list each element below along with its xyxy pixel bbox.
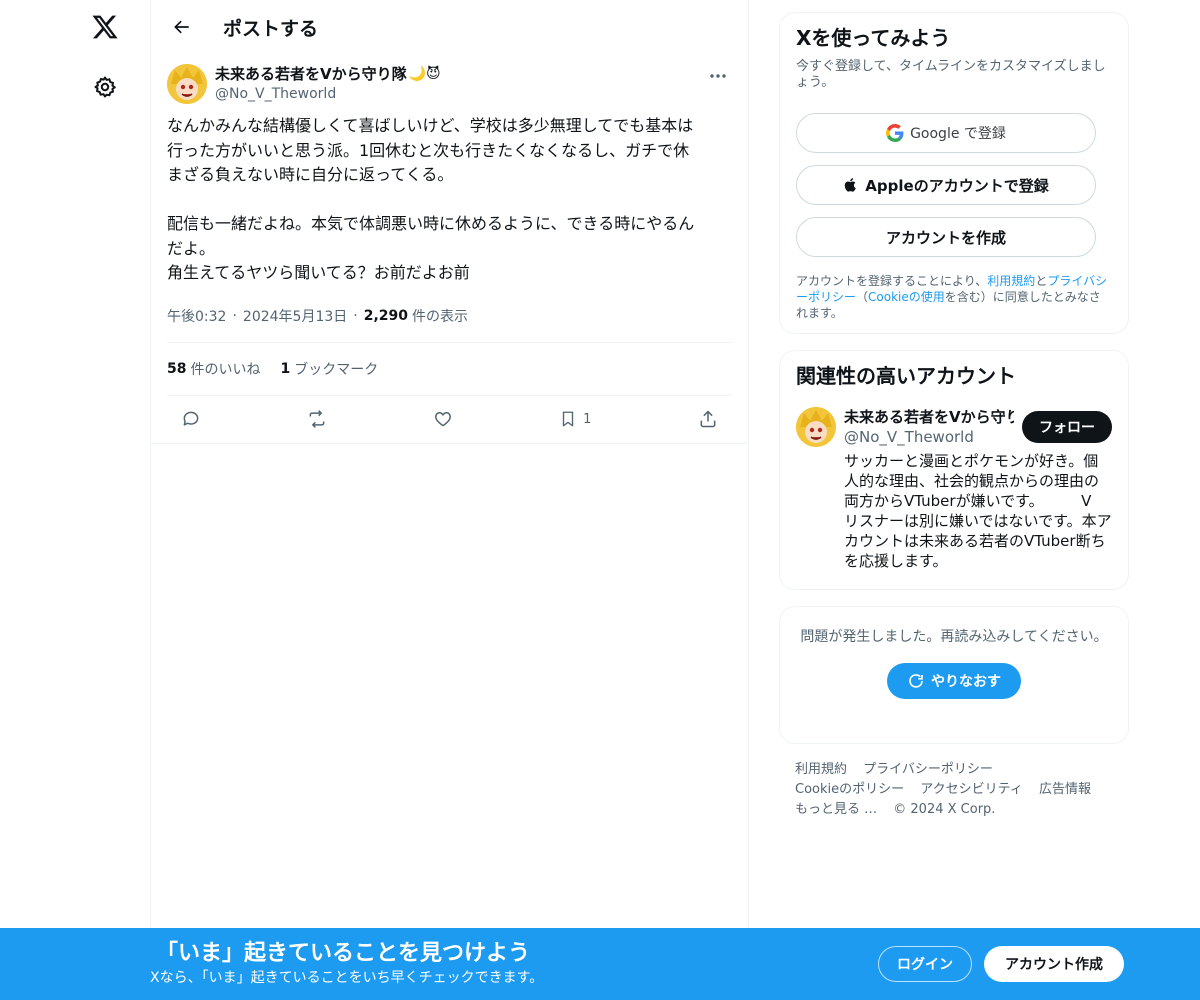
views-label: 件の表示: [412, 308, 469, 325]
repost-button[interactable]: [297, 402, 337, 436]
related-user[interactable]: 未来ある若者をVから守り隊 @No_V_Theworld サッカーと漫画とポケモ…: [796, 407, 1112, 571]
error-card: 問題が発生しました。再読み込みしてください。 やりなおす: [779, 606, 1129, 744]
top-bar: ポストする: [151, 0, 748, 54]
tweet-date[interactable]: 2024年5月13日: [243, 306, 347, 326]
author-name[interactable]: 未来ある若者をVから守り隊 🌙😈: [215, 64, 441, 84]
page-title: ポストする: [223, 17, 319, 40]
footer-link-accessibility[interactable]: アクセシビリティ: [920, 782, 1023, 797]
signup-button[interactable]: アカウント作成: [984, 946, 1124, 982]
apple-signup-label: Appleのアカウントで登録: [865, 176, 1049, 195]
bookmark-action-count: 1: [583, 411, 592, 427]
bookmarks-count: 1: [280, 360, 291, 377]
footer-link-privacy[interactable]: プライバシーポリシー: [863, 762, 993, 777]
error-message: 問題が発生しました。再読み込みしてください。: [800, 629, 1108, 645]
bookmarks-stat[interactable]: 1 ブックマーク: [280, 359, 378, 379]
share-icon: [700, 410, 716, 428]
tweet-text: なんかみんな結構優しくて喜ばしいけど、学校は多少無理してでも基本は 行った方がい…: [167, 116, 695, 282]
tweet-time[interactable]: 午後0:32: [167, 306, 226, 326]
banner-subtitle: Xなら、「いま」起きていることをいち早くチェックできます。: [150, 970, 544, 986]
author-name-text: 未来ある若者をVから守り隊: [215, 65, 407, 83]
google-signup-label: Google で登録: [910, 126, 1006, 142]
likes-count: 58: [167, 360, 187, 377]
refresh-icon: [909, 674, 923, 688]
footer-link-more[interactable]: もっと見る …: [795, 802, 877, 817]
apple-icon: [845, 178, 857, 192]
more-button[interactable]: [704, 64, 732, 88]
reply-icon: [183, 411, 199, 426]
more-horizontal-icon: [710, 74, 726, 78]
signup-card: Xを使ってみよう 今すぐ登録して、タイムラインをカスタマイズしましょう。 Goo…: [779, 12, 1129, 334]
create-account-label: アカウントを作成: [885, 228, 1006, 247]
footer-links: 利用規約 プライバシーポリシー Cookieのポリシー アクセシビリティ 広告情…: [795, 760, 1115, 820]
bookmark-button[interactable]: 1: [548, 402, 602, 436]
follow-button[interactable]: フォロー: [1022, 411, 1112, 443]
meta-separator: ·: [232, 307, 237, 324]
create-account-button[interactable]: アカウントを作成: [796, 217, 1096, 257]
reply-button[interactable]: [171, 402, 211, 436]
related-user-bio: サッカーと漫画とポケモンが好き。個 人的な理由、社会的観点からの理由の 両方から…: [844, 452, 1112, 570]
tweet-stats: 58 件のいいね 1 ブックマーク: [151, 343, 748, 395]
back-button[interactable]: [165, 10, 199, 44]
apple-signup-button[interactable]: Appleのアカウントで登録: [796, 165, 1096, 205]
tweet-actions: 1: [167, 394, 732, 443]
footer-link-ads[interactable]: 広告情報: [1039, 782, 1091, 797]
arrow-left-icon: [174, 20, 189, 34]
bookmarks-label: ブックマーク: [294, 361, 379, 378]
copyright: © 2024 X Corp.: [893, 802, 996, 817]
like-button[interactable]: [423, 402, 463, 436]
bookmark-icon: [562, 411, 574, 427]
signup-subtitle: 今すぐ登録して、タイムラインをカスタマイズしましょう。: [796, 59, 1106, 90]
bottom-banner: 「いま」起きていることを見つけよう Xなら、「いま」起きていることをいち早くチェ…: [0, 928, 1200, 1000]
cookie-open: （: [856, 290, 869, 304]
divider: [151, 442, 748, 444]
author-text: 未来ある若者をVから守り隊 🌙😈 @No_V_Theworld: [215, 64, 441, 112]
footer-link-terms[interactable]: 利用規約: [795, 762, 847, 777]
login-button[interactable]: ログイン: [878, 946, 972, 982]
cookie-link[interactable]: Cookieの使用: [868, 290, 945, 304]
author-emoji: 🌙😈: [408, 66, 441, 82]
avatar[interactable]: [167, 64, 207, 104]
related-title: 関連性の高いアカウント: [796, 364, 1016, 388]
terms-link[interactable]: 利用規約: [987, 274, 1035, 288]
retry-button[interactable]: やりなおす: [887, 663, 1021, 699]
tweet-meta: 午後0:32 · 2024年5月13日 · 2,290 件の表示: [151, 286, 748, 330]
x-logo-icon[interactable]: [88, 10, 122, 44]
related-user-name[interactable]: 未来ある若者をVから守り隊: [844, 407, 1014, 427]
signup-title: Xを使ってみよう: [796, 26, 951, 50]
avatar[interactable]: [796, 407, 836, 447]
heart-icon: [434, 412, 451, 427]
banner-title: 「いま」起きていることを見つけよう: [156, 941, 531, 966]
google-signup-button[interactable]: Google で登録: [796, 113, 1096, 153]
terms-text: アカウントを登録することにより、利用規約とプライバシーポリシー（Cookieの使…: [796, 273, 1112, 321]
main-column: ポストする 未来ある若者をVから守り隊 🌙😈 @No_V_Theworld なん…: [150, 0, 749, 1000]
tweet-author: 未来ある若者をVから守り隊 🌙😈 @No_V_Theworld: [151, 54, 748, 112]
meta-separator: ·: [353, 307, 358, 324]
gear-icon[interactable]: [90, 72, 120, 102]
terms-and: と: [1035, 274, 1048, 288]
footer-link-cookie[interactable]: Cookieのポリシー: [795, 782, 904, 797]
left-rail: [0, 0, 150, 1000]
likes-stat[interactable]: 58 件のいいね: [167, 359, 260, 379]
app-root: ポストする 未来ある若者をVから守り隊 🌙😈 @No_V_Theworld なん…: [0, 0, 1200, 1000]
author-handle[interactable]: @No_V_Theworld: [215, 84, 441, 104]
terms-prefix: アカウントを登録することにより、: [796, 274, 988, 288]
repost-icon: [309, 410, 325, 428]
views-count: 2,290: [363, 307, 409, 324]
retry-label: やりなおす: [931, 674, 1001, 690]
share-button[interactable]: [688, 402, 728, 436]
google-g-icon: [886, 124, 904, 142]
likes-label: 件のいいね: [190, 361, 261, 378]
related-accounts-card: 関連性の高いアカウント 未来ある若者をVから守り隊 @No_V_Theworld: [779, 350, 1129, 590]
